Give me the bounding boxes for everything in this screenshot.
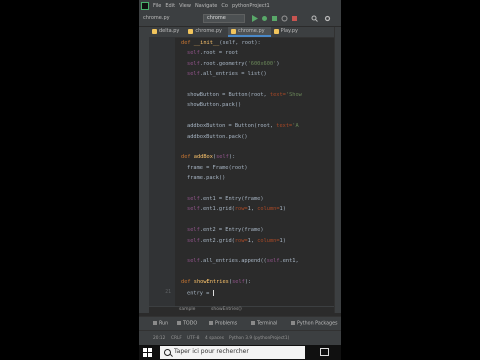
menu-view[interactable]: View: [179, 3, 191, 9]
windows-start-icon[interactable]: [143, 348, 152, 357]
run-icon[interactable]: [251, 15, 258, 22]
toolbar: chrome.py chrome: [139, 11, 341, 27]
status-bar: 20:12 CRLF UTF-8 4 spaces Python 3.9 (py…: [139, 330, 341, 345]
status-position[interactable]: 20:12: [153, 336, 165, 341]
code-line: showButton.pack(): [187, 102, 242, 109]
debug-icon[interactable]: [261, 15, 268, 22]
run-config-select[interactable]: chrome: [203, 14, 245, 23]
code-line: self.all_entries.append((self.ent1,: [187, 258, 299, 265]
menu-edit[interactable]: Edit: [165, 3, 175, 9]
code-line: frame.pack(): [187, 175, 226, 182]
tab-chrome-active[interactable]: chrome.py: [227, 27, 271, 37]
tab-play[interactable]: Play.py: [271, 27, 304, 37]
file-crumb[interactable]: chrome.py: [143, 15, 170, 21]
status-interpreter[interactable]: Python 3.9 (pythonProject1): [229, 336, 289, 341]
code-line: self.ent1.grid(row=1, column=1): [187, 206, 286, 213]
menu-code[interactable]: Co: [221, 3, 228, 9]
run-tool-icon: [153, 321, 157, 325]
menu-file[interactable]: File: [153, 3, 161, 9]
status-eol[interactable]: CRLF: [171, 336, 182, 341]
code-line: self.ent2 = Entry(frame): [187, 227, 264, 234]
right-tool-strip: [334, 27, 341, 313]
tab-delta[interactable]: delta.py: [149, 27, 185, 37]
problems-icon: [209, 321, 213, 325]
ide-window: File Edit View Navigate Co pythonProject…: [139, 0, 341, 345]
coverage-icon[interactable]: [271, 15, 278, 22]
code-editor[interactable]: def __init__(self, root): self.root = roo…: [175, 37, 334, 313]
pycharm-logo-icon: [141, 1, 149, 10]
breadcrumb-class[interactable]: sample: [179, 307, 195, 312]
stop-icon[interactable]: [291, 15, 298, 22]
tool-todo[interactable]: TODO: [177, 321, 197, 327]
text-cursor: [212, 289, 214, 296]
code-line: addboxButton = Button(root, text='A: [187, 123, 299, 130]
menu-navigate[interactable]: Navigate: [195, 3, 217, 9]
code-breadcrumb: sample showEntries(): [149, 306, 334, 314]
code-line: entry =: [187, 289, 214, 297]
code-line: def __init__(self, root):: [181, 40, 261, 46]
code-line: self.root.geometry('600x600'): [187, 60, 280, 67]
line-number: 21: [165, 289, 171, 295]
windows-taskbar: Taper ici pour rechercher: [139, 345, 341, 360]
python-file-icon: [230, 29, 236, 34]
terminal-icon: [251, 321, 255, 325]
tool-terminal[interactable]: Terminal: [251, 321, 277, 327]
status-encoding[interactable]: UTF-8: [187, 336, 200, 341]
code-line: addboxButton.pack(): [187, 133, 248, 140]
code-line: frame = Frame(root): [187, 164, 248, 171]
taskbar-search[interactable]: Taper ici pour rechercher: [160, 346, 305, 359]
code-line: def addBox(self):: [181, 154, 236, 161]
python-file-icon: [188, 29, 194, 34]
task-view-icon[interactable]: [320, 348, 329, 356]
search-placeholder: Taper ici pour rechercher: [174, 348, 249, 355]
search-icon[interactable]: [311, 15, 318, 22]
settings-icon[interactable]: [324, 15, 331, 22]
code-line: self.all_entries = list(): [187, 71, 267, 78]
packages-icon: [291, 321, 295, 325]
python-file-icon: [152, 29, 157, 34]
breadcrumb-method[interactable]: showEntries(): [211, 307, 242, 312]
profile-icon[interactable]: [281, 15, 288, 22]
tab-chrome[interactable]: chrome.py: [185, 27, 228, 37]
menu-bar: File Edit View Navigate Co pythonProject…: [139, 0, 341, 11]
code-line: self.root = root: [187, 50, 239, 57]
search-icon: [164, 349, 171, 356]
todo-icon: [177, 321, 181, 325]
status-indent[interactable]: 4 spaces: [205, 336, 224, 341]
code-line: showButton = Button(root, text='Show: [187, 92, 302, 98]
tool-python-packages[interactable]: Python Packages: [291, 321, 338, 327]
project-crumb: pythonProject1: [231, 2, 270, 9]
code-line: def showEntries(self):: [181, 279, 252, 286]
tool-run[interactable]: Run: [153, 321, 168, 327]
python-file-icon: [273, 29, 279, 34]
line-gutter: 21: [149, 37, 175, 313]
code-line: self.ent1 = Entry(frame): [187, 196, 264, 202]
tool-window-bar: Run TODO Problems Terminal Python Packag…: [139, 316, 341, 331]
code-line: self.ent2.grid(row=1, column=1): [187, 237, 286, 244]
tool-problems[interactable]: Problems: [209, 321, 237, 327]
